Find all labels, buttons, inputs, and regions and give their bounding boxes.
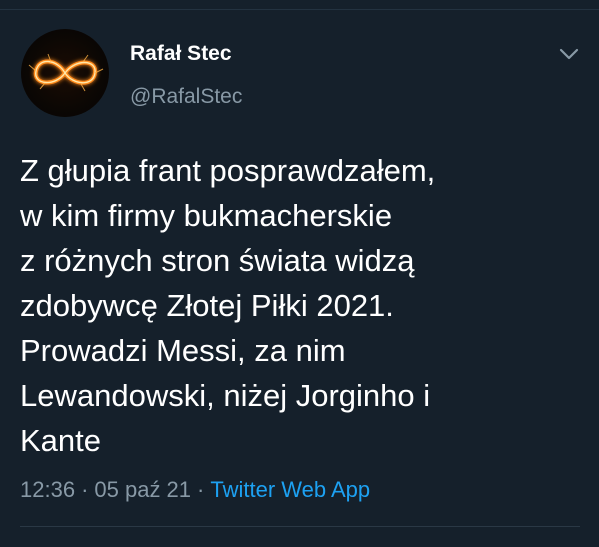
tweet-date[interactable]: 05 paź 21 (94, 477, 191, 502)
avatar[interactable] (21, 29, 109, 117)
tweet-metadata: 12:36 · 05 paź 21 · Twitter Web App (20, 477, 370, 503)
meta-separator: · (197, 477, 205, 502)
tweet-text-line: zdobywcę Złotej Piłki 2021. (20, 288, 394, 323)
chevron-down-icon[interactable] (557, 44, 581, 64)
bottom-divider (20, 526, 580, 527)
tweet-text: Z głupia frant posprawdzałem, w kim firm… (20, 148, 585, 463)
tweet-card: Rafał Stec @RafalStec Z głupia frant pos… (0, 0, 599, 547)
top-divider (0, 9, 599, 10)
tweet-text-line: Lewandowski, niżej Jorginho i (20, 378, 431, 413)
infinity-sparkler-icon (28, 53, 104, 92)
author-display-name[interactable]: Rafał Stec (130, 42, 232, 66)
meta-separator: · (81, 477, 89, 502)
tweet-text-line: w kim firmy bukmacherskie (20, 198, 393, 233)
tweet-text-line: Kante (20, 423, 102, 458)
tweet-text-line: Prowadzi Messi, za nim (20, 333, 346, 368)
tweet-text-line: Z głupia frant posprawdzałem, (20, 153, 436, 188)
author-handle[interactable]: @RafalStec (130, 85, 242, 109)
tweet-text-line: z różnych stron świata widzą (20, 243, 415, 278)
tweet-time[interactable]: 12:36 (20, 477, 75, 502)
tweet-source-link[interactable]: Twitter Web App (210, 477, 370, 502)
